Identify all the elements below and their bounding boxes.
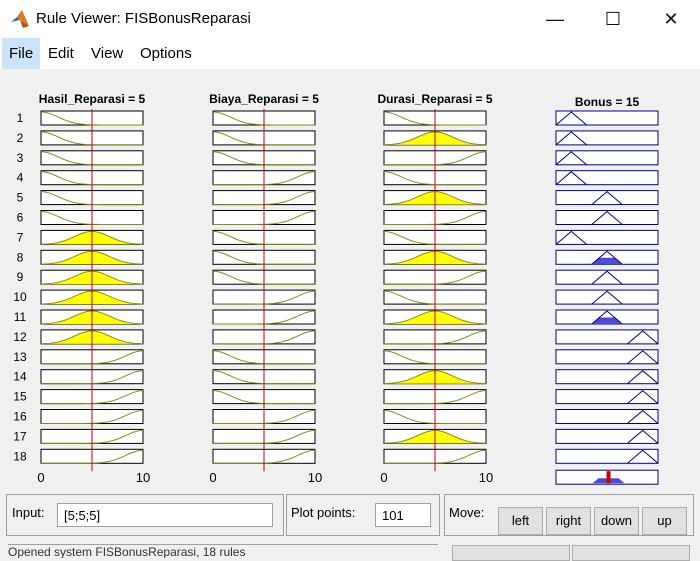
output-box [555, 150, 659, 166]
output-cell [555, 150, 659, 166]
maximize-button[interactable]: ☐ [584, 0, 642, 38]
rule-number: 15 [13, 390, 27, 404]
output-cell [555, 369, 659, 385]
output-cell [555, 428, 659, 444]
output-cell [555, 269, 659, 285]
rule-number: 14 [13, 370, 27, 384]
output-box [555, 448, 659, 464]
rule-number: 9 [17, 270, 24, 284]
axis-max-label: 10 [479, 470, 493, 485]
variable-header: Durasi_Reparasi = 5 [377, 92, 492, 106]
rule-number: 13 [13, 350, 27, 364]
output-box [555, 389, 659, 405]
help-button[interactable] [452, 545, 570, 561]
output-box [555, 269, 659, 285]
axis-min-label: 0 [380, 470, 387, 485]
output-cell [555, 329, 659, 345]
move-up-button[interactable]: up [642, 507, 687, 535]
output-cell [555, 448, 659, 464]
axis-max-label: 10 [308, 470, 322, 485]
close-viewer-button[interactable] [572, 545, 690, 561]
move-group: Move: left right down up [444, 494, 694, 536]
rule-number: 8 [17, 250, 24, 264]
rule-number: 17 [13, 429, 27, 443]
output-header: Bonus = 15 [575, 95, 640, 109]
output-cell [555, 190, 659, 206]
output-cell [555, 289, 659, 305]
output-box [555, 130, 659, 146]
rule-number: 5 [17, 191, 24, 205]
input-label: Input: [12, 505, 45, 520]
menu-view[interactable]: View [84, 38, 130, 69]
output-cell [555, 210, 659, 225]
rule-number: 3 [17, 151, 24, 165]
rule-number: 1 [17, 111, 24, 125]
move-right-button[interactable]: right [546, 507, 591, 535]
output-cell [555, 110, 659, 126]
output-box [555, 170, 659, 186]
output-box [555, 428, 659, 444]
output-box [555, 409, 659, 424]
plot-points-label: Plot points: [291, 505, 356, 520]
output-box [555, 329, 659, 345]
rule-number: 4 [17, 171, 24, 185]
defuzz-marker [606, 471, 611, 484]
output-cell [555, 409, 659, 424]
status-bar: Opened system FISBonusReparasi, 18 rules [8, 544, 438, 558]
rule-number: 11 [14, 310, 27, 324]
output-box [555, 349, 659, 365]
rule-plot-area[interactable]: 123456789101112131415161718Hasil_Reparas… [0, 69, 700, 488]
output-cell [555, 389, 659, 405]
output-cell [555, 349, 659, 365]
input-group: Input: [5;5;5] [6, 494, 284, 536]
plot-points-group: Plot points: 101 [286, 494, 440, 536]
menu-file[interactable]: File [2, 38, 41, 69]
axis-min-label: 0 [209, 470, 216, 485]
menu-edit[interactable]: Edit [41, 38, 81, 69]
move-left-button[interactable]: left [498, 507, 543, 535]
axis-max-label: 10 [136, 470, 150, 485]
menu-bar: File Edit View Options [0, 38, 700, 69]
aggregate-output [555, 469, 659, 485]
minimize-button[interactable]: — [526, 0, 584, 38]
variable-header: Hasil_Reparasi = 5 [39, 92, 146, 106]
window-title: Rule Viewer: FISBonusReparasi [36, 10, 251, 27]
output-cell [555, 170, 659, 186]
axis-min-label: 0 [37, 470, 44, 485]
title-bar: Rule Viewer: FISBonusReparasi — ☐ ✕ [0, 0, 700, 38]
rule-number: 10 [13, 290, 27, 304]
output-box [555, 229, 659, 245]
menu-options[interactable]: Options [133, 38, 199, 69]
output-box [555, 110, 659, 126]
rule-number: 18 [13, 449, 27, 463]
variable-header: Biaya_Reparasi = 5 [209, 92, 319, 106]
input-field[interactable]: [5;5;5] [57, 503, 273, 527]
rule-number: 2 [17, 131, 24, 145]
rule-number: 12 [13, 330, 27, 344]
plot-points-field[interactable]: 101 [375, 503, 431, 527]
control-panel: Input: [5;5;5] Plot points: 101 Move: le… [0, 488, 700, 561]
move-down-button[interactable]: down [594, 507, 639, 535]
output-cell [555, 249, 659, 265]
rule-number: 7 [17, 230, 24, 244]
rule-number: 6 [17, 211, 24, 225]
output-box [555, 369, 659, 385]
output-cell [555, 229, 659, 245]
output-cell [555, 309, 659, 325]
output-box [555, 210, 659, 225]
close-button[interactable]: ✕ [642, 0, 700, 38]
output-box [555, 190, 659, 206]
matlab-logo-icon [11, 10, 29, 28]
output-box [555, 289, 659, 305]
move-label: Move: [449, 505, 485, 520]
rule-number: 16 [13, 410, 27, 424]
output-cell [555, 130, 659, 146]
